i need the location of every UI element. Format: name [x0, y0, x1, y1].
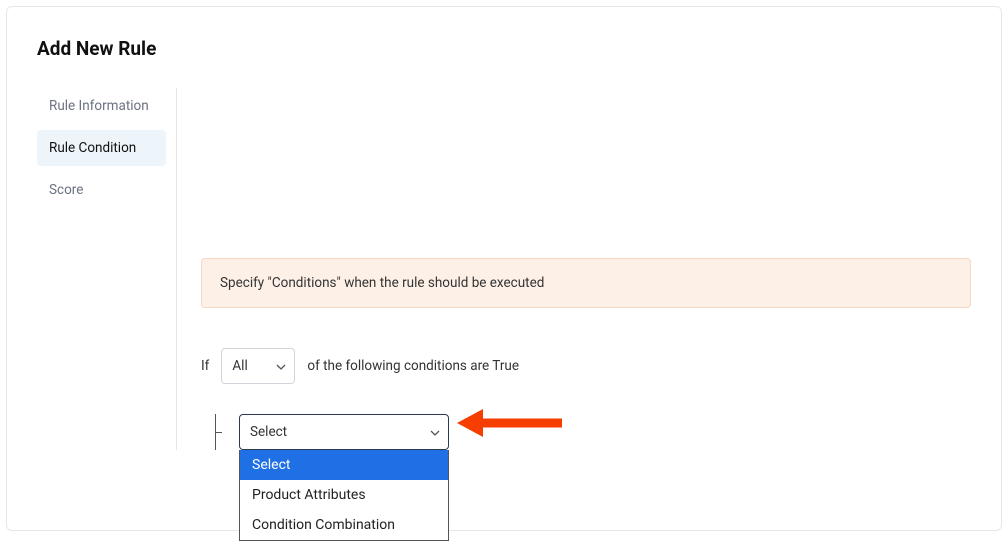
chevron-down-icon [276, 358, 286, 374]
condition-row: If All of the following conditions are T… [201, 348, 971, 384]
layout: Rule Information Rule Condition Score Sp… [37, 88, 971, 450]
dropdown-option-label: Select [252, 457, 290, 473]
dropdown-option-label: Condition Combination [252, 517, 395, 533]
sidebar: Rule Information Rule Condition Score [37, 88, 177, 450]
dropdown-option-select[interactable]: Select [240, 450, 448, 480]
page-title: Add New Rule [37, 37, 971, 60]
content: Specify "Conditions" when the rule shoul… [201, 88, 971, 450]
sidebar-item-label: Rule Information [49, 98, 149, 114]
dropdown-option-label: Product Attributes [252, 487, 366, 503]
dropdown-option-condition-combination[interactable]: Condition Combination [240, 510, 448, 540]
sidebar-item-label: Rule Condition [49, 140, 136, 156]
info-box: Specify "Conditions" when the rule shoul… [201, 258, 971, 308]
condition-type-value: Select [250, 424, 287, 440]
condition-tree-row: Select Select Product Attributes [215, 414, 971, 450]
info-box-text: Specify "Conditions" when the rule shoul… [220, 275, 544, 291]
sidebar-item-rule-condition[interactable]: Rule Condition [37, 130, 166, 166]
match-type-value: All [232, 358, 247, 374]
condition-type-dropdown: Select Product Attributes Condition Comb… [239, 450, 449, 541]
match-type-select[interactable]: All [221, 348, 295, 384]
if-label: If [201, 358, 209, 374]
type-select-wrap: Select Select Product Attributes [239, 414, 449, 450]
sidebar-item-label: Score [49, 182, 83, 198]
condition-type-select[interactable]: Select [239, 414, 449, 450]
sidebar-item-rule-information[interactable]: Rule Information [37, 88, 166, 124]
tree-connector [215, 414, 223, 450]
condition-suffix: of the following conditions are True [307, 358, 519, 374]
sidebar-item-score[interactable]: Score [37, 172, 166, 208]
rule-panel: Add New Rule Rule Information Rule Condi… [6, 6, 1002, 531]
chevron-down-icon [430, 424, 440, 440]
dropdown-option-product-attributes[interactable]: Product Attributes [240, 480, 448, 510]
